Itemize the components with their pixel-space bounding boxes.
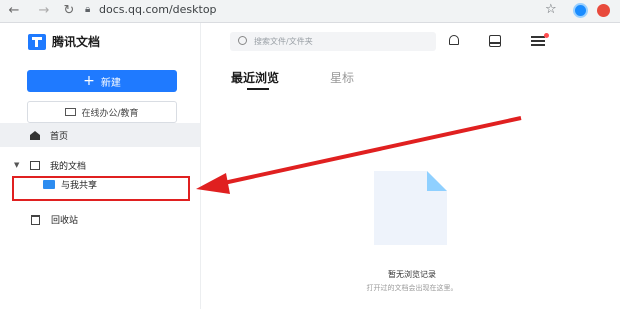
bookmark-star-icon[interactable]: ☆ (545, 2, 557, 17)
sidebar-item-my-docs[interactable]: ▼ 我的文档 (14, 155, 214, 175)
expand-triangle-icon[interactable]: ▼ (14, 161, 19, 169)
inbox-icon[interactable] (489, 35, 501, 47)
document-icon (30, 161, 40, 170)
sidebar-item-trash[interactable]: 回收站 (31, 213, 78, 226)
lock-icon: 🔒︎ (85, 4, 91, 15)
empty-state-subtitle: 打开过的文档会出现在这里。 (366, 284, 458, 292)
tab-recent[interactable]: 最近浏览 (231, 69, 279, 86)
sidebar-item-label: 回收站 (51, 216, 79, 226)
new-button[interactable]: + 新建 (27, 70, 177, 92)
search-placeholder: 搜索文件/文件夹 (254, 37, 313, 46)
search-input[interactable]: 搜索文件/文件夹 (230, 32, 436, 51)
arrow-shaft (209, 116, 522, 188)
tab-starred[interactable]: 星标 (330, 69, 354, 86)
extension-record-icon[interactable] (597, 4, 610, 17)
app-logo[interactable]: 腾讯文档 (28, 33, 100, 50)
notification-dot (544, 33, 549, 38)
url-text: docs.qq.com/desktop (99, 3, 217, 16)
reload-icon[interactable]: ↻ (61, 3, 77, 19)
monitor-icon (65, 108, 77, 116)
sidebar-item-label: 我的文档 (50, 162, 87, 172)
empty-state-title: 暂无浏览记录 (388, 270, 436, 279)
online-office-label: 在线办公/教育 (81, 108, 139, 119)
tencent-docs-logo-icon (28, 33, 46, 50)
active-tab-indicator (247, 88, 269, 90)
highlight-box (12, 176, 190, 201)
bell-icon[interactable] (449, 35, 459, 45)
menu-icon[interactable] (531, 36, 545, 46)
online-office-button[interactable]: 在线办公/教育 (27, 101, 177, 123)
empty-file-icon (374, 171, 447, 245)
logo-text: 腾讯文档 (52, 35, 101, 49)
sidebar-item-home[interactable]: 首页 (0, 123, 200, 147)
address-bar[interactable]: 🔒︎ docs.qq.com/desktop ☆ (85, 2, 565, 20)
plus-icon: + (83, 73, 95, 89)
browser-toolbar: ← → ↻ 🔒︎ docs.qq.com/desktop ☆ (0, 0, 620, 23)
extension-icon[interactable] (573, 3, 588, 18)
home-icon (30, 131, 40, 140)
search-icon (238, 36, 247, 45)
sidebar-item-label: 首页 (50, 132, 69, 142)
arrow-head (196, 173, 230, 194)
trash-icon (31, 214, 40, 225)
forward-icon[interactable]: → (36, 3, 52, 19)
back-icon[interactable]: ← (6, 3, 22, 19)
new-button-label: 新建 (100, 77, 121, 89)
